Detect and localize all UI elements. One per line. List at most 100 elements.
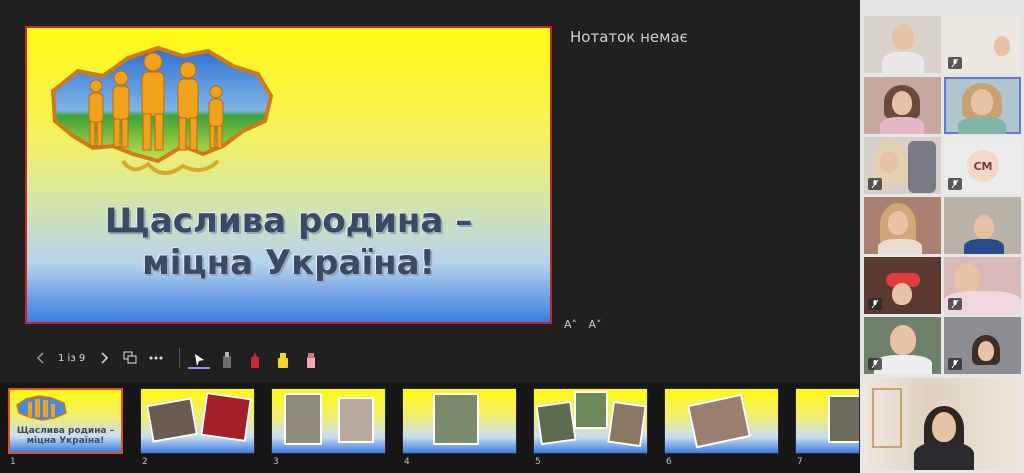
notes-font-size-controls: A˄ A˅ [564, 318, 610, 331]
chevron-right-icon [101, 352, 109, 364]
pointer-tool[interactable] [188, 347, 211, 369]
thumbnail-title: Щаслива родина – міцна Україна! [16, 426, 115, 446]
slide-thumbnail-6[interactable] [664, 388, 779, 454]
participant-face [974, 215, 994, 239]
participant-video-tile[interactable] [944, 16, 1021, 73]
participant-body [880, 117, 924, 134]
ellipsis-icon [149, 356, 163, 360]
participant-face [892, 283, 912, 305]
presenter-toolbar: 1 із 9 [30, 345, 328, 371]
highlighter-tool[interactable] [272, 347, 294, 369]
slide-photo [535, 400, 577, 446]
slide-photo [338, 397, 374, 443]
pink-eraser-icon [307, 353, 316, 368]
pointer-icon [195, 354, 205, 366]
participant-video-tile[interactable] [944, 257, 1021, 314]
participant-video-tile[interactable] [864, 77, 941, 134]
mic-muted-icon [948, 358, 962, 370]
thumbnail-number: 3 [273, 457, 279, 467]
participant-face [890, 325, 916, 355]
slide-thumbnail-4[interactable] [402, 388, 517, 454]
slide-photo [284, 393, 322, 445]
slide-title-line1: Щаслива родина – [104, 201, 473, 241]
slide-photo [828, 395, 859, 443]
slide-thumbnail-strip: Щаслива родина – міцна Україна! 1 2 3 4 [0, 383, 860, 473]
mic-muted-icon [948, 298, 962, 310]
thumbnail-number: 6 [666, 457, 672, 467]
participant-body [882, 52, 924, 73]
participant-video-tile[interactable] [944, 317, 1021, 374]
slide-thumbnail-5[interactable] [533, 388, 648, 454]
speaker-body [914, 442, 974, 470]
room-shelf [872, 388, 902, 448]
pink-eraser-tool[interactable] [300, 347, 322, 369]
participant-video-tile-active-speaker[interactable] [944, 77, 1021, 134]
toolbar-divider [179, 348, 181, 368]
slide-title: Щаслива родина – міцна Україна! [27, 200, 550, 284]
participant-video-tile[interactable] [944, 197, 1021, 254]
participant-video-tile[interactable] [864, 137, 941, 194]
red-pen-tool[interactable] [244, 347, 266, 369]
mic-muted-icon [948, 178, 962, 190]
participant-video-tile[interactable] [864, 197, 941, 254]
thumbnail-number: 5 [535, 457, 541, 467]
speaker-notes: Нотаток немає [570, 28, 688, 46]
eraser-tool[interactable] [216, 347, 238, 369]
participant-face [994, 36, 1010, 56]
slide-photo [146, 397, 198, 443]
participant-body [878, 239, 922, 254]
slide-photo [607, 400, 647, 448]
participant-initials-avatar: СМ [967, 150, 999, 182]
thumbnail-number: 7 [797, 457, 803, 467]
participant-face [888, 211, 908, 235]
thumbnail-number: 1 [10, 457, 16, 467]
increase-font-button[interactable]: A˄ [564, 318, 577, 331]
slide-photo [200, 392, 252, 442]
participant-body [874, 355, 932, 374]
presenter-view: Щаслива родина – міцна Україна! Нотаток … [0, 0, 860, 473]
slide-thumbnail-2[interactable] [140, 388, 255, 454]
previous-slide-button[interactable] [30, 347, 52, 369]
participant-video-tile[interactable] [864, 257, 941, 314]
thumbnail-number: 4 [404, 457, 410, 467]
participant-body [958, 117, 1006, 134]
participant-initials-tile[interactable]: СМ [944, 137, 1021, 194]
speaker-face [932, 412, 956, 442]
mic-muted-icon [868, 358, 882, 370]
participant-face [954, 263, 980, 293]
current-slide: Щаслива родина – міцна Україна! [25, 26, 552, 324]
slide-title-line2: міцна Україна! [141, 243, 436, 283]
next-slide-button[interactable] [93, 347, 115, 369]
slide-grid-button[interactable] [119, 347, 141, 369]
highlighter-icon [278, 353, 289, 368]
decrease-font-button[interactable]: A˅ [589, 318, 602, 331]
participant-background-object [908, 141, 936, 193]
participant-face [880, 151, 898, 173]
ukraine-map-icon [16, 395, 67, 421]
page-counter: 1 із 9 [58, 352, 86, 364]
slide-photo [687, 393, 751, 449]
active-speaker-video[interactable] [864, 378, 1022, 470]
red-pen-icon [251, 352, 260, 368]
mic-muted-icon [948, 57, 962, 69]
thumbnail-number: 2 [142, 457, 148, 467]
slide-photo [574, 391, 608, 429]
participant-face [978, 341, 994, 361]
participant-face [971, 89, 993, 115]
presentation-window: Щаслива родина – міцна Україна! Нотаток … [0, 0, 1024, 473]
more-options-button[interactable] [145, 347, 167, 369]
ukraine-family-map-image [50, 45, 274, 175]
slide-photo [433, 393, 479, 445]
slide-thumbnail-7[interactable] [795, 388, 860, 454]
participant-body [964, 239, 1004, 254]
participant-video-tile[interactable] [864, 16, 941, 73]
slide-thumbnail-1[interactable]: Щаслива родина – міцна Україна! [8, 388, 123, 454]
participant-face [892, 91, 912, 115]
chevron-left-icon [36, 352, 44, 364]
participant-video-tile[interactable] [864, 317, 941, 374]
slide-thumbnail-3[interactable] [271, 388, 386, 454]
eraser-icon [223, 352, 232, 368]
grid-view-icon [123, 351, 137, 364]
mic-muted-icon [868, 178, 882, 190]
participant-face [892, 24, 914, 50]
